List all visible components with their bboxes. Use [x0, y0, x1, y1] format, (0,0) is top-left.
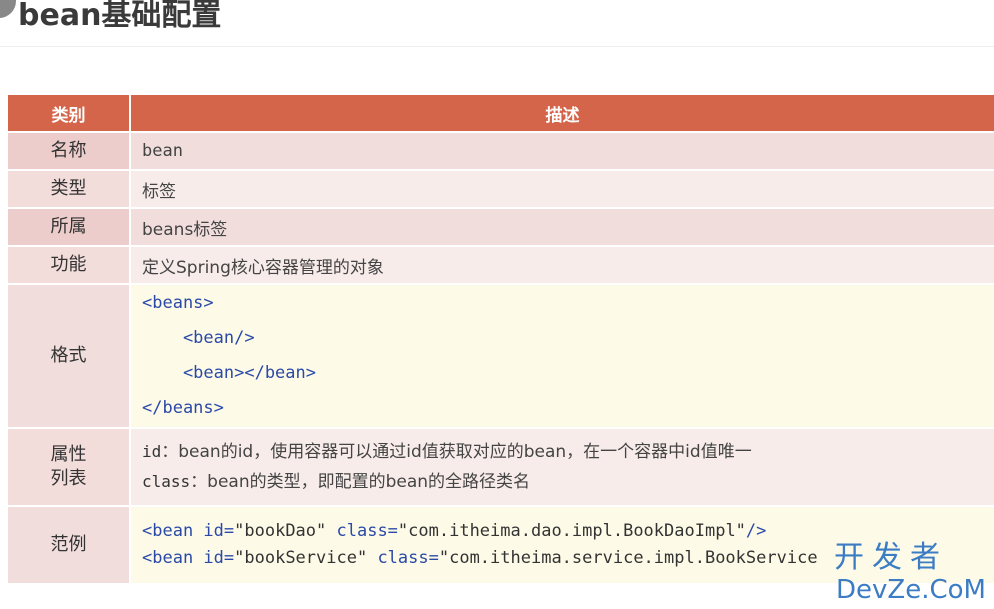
row-category: 属性 列表: [8, 428, 131, 507]
code-line: </beans>: [142, 398, 224, 418]
code-string: "bookService": [234, 548, 368, 568]
attribute-desc: ：bean的id，使用容器可以通过id值获取对应的bean，在一个容器中id值唯…: [161, 442, 752, 462]
section-badge: [0, 0, 16, 18]
title-bar: bean基础配置: [0, 0, 994, 47]
table-row-function: 功能 定义Spring核心容器管理的对象: [8, 246, 994, 285]
code-tag: <bean: [142, 548, 194, 568]
attributes-list: id：bean的id，使用容器可以通过id值获取对应的bean，在一个容器中id…: [130, 428, 994, 507]
table-header-row: 类别 描述: [8, 95, 994, 133]
code-tag: <bean: [142, 521, 194, 541]
code-string: "com.itheima.service.impl.BookService: [438, 548, 818, 568]
category-line: 属性: [50, 444, 87, 465]
row-value: bean: [130, 132, 994, 171]
code-attr: class=: [326, 521, 398, 541]
code-line: <bean></bean>: [142, 363, 316, 383]
attribute-name: id: [142, 442, 162, 461]
code-line: <beans>: [142, 293, 214, 313]
attribute-name: class: [142, 472, 191, 491]
code-attr: id=: [193, 548, 235, 568]
code-attr: class=: [367, 548, 439, 568]
header-description: 描述: [130, 95, 994, 133]
category-line: 列表: [50, 468, 87, 489]
attribute-desc: ：bean的类型，即配置的bean的全路径类名: [190, 472, 531, 492]
watermark-cn: 开发者: [834, 540, 948, 575]
format-code-block: <beans> <bean/> <bean></bean> </beans>: [130, 284, 994, 429]
bean-config-table: 类别 描述 名称 bean 类型 标签 所属 beans标签 功能 定义Spri…: [8, 95, 994, 585]
page-title: bean基础配置: [18, 0, 222, 33]
code-line: <bean/>: [142, 328, 255, 348]
table-row-type: 类型 标签: [8, 170, 994, 209]
watermark-en: DevZe.CoM: [836, 575, 986, 605]
row-category: 名称: [8, 132, 131, 171]
table-row-belongs: 所属 beans标签: [8, 208, 994, 247]
code-string: "com.itheima.dao.impl.BookDaoImpl": [397, 521, 746, 541]
code-attr: id=: [193, 521, 235, 541]
code-string: "bookDao": [234, 521, 327, 541]
row-category: 所属: [8, 208, 131, 247]
table-row-attributes: 属性 列表 id：bean的id，使用容器可以通过id值获取对应的bean，在一…: [8, 428, 994, 507]
row-category: 格式: [8, 284, 131, 429]
attribute-id: id：bean的id，使用容器可以通过id值获取对应的bean，在一个容器中id…: [142, 437, 994, 467]
row-category: 功能: [8, 246, 131, 285]
table-row-name: 名称 bean: [8, 132, 994, 171]
row-value: beans标签: [130, 208, 994, 247]
row-value: 标签: [130, 170, 994, 209]
watermark-logo: 开发者 DevZe.CoM: [834, 540, 994, 609]
row-value: 定义Spring核心容器管理的对象: [130, 246, 994, 285]
row-category: 范例: [8, 506, 131, 585]
table-row-format: 格式 <beans> <bean/> <bean></bean> </beans…: [8, 284, 994, 429]
code-tag: />: [745, 521, 767, 541]
header-category: 类别: [8, 95, 131, 133]
row-category: 类型: [8, 170, 131, 209]
attribute-class: class：bean的类型，即配置的bean的全路径类名: [142, 467, 994, 497]
